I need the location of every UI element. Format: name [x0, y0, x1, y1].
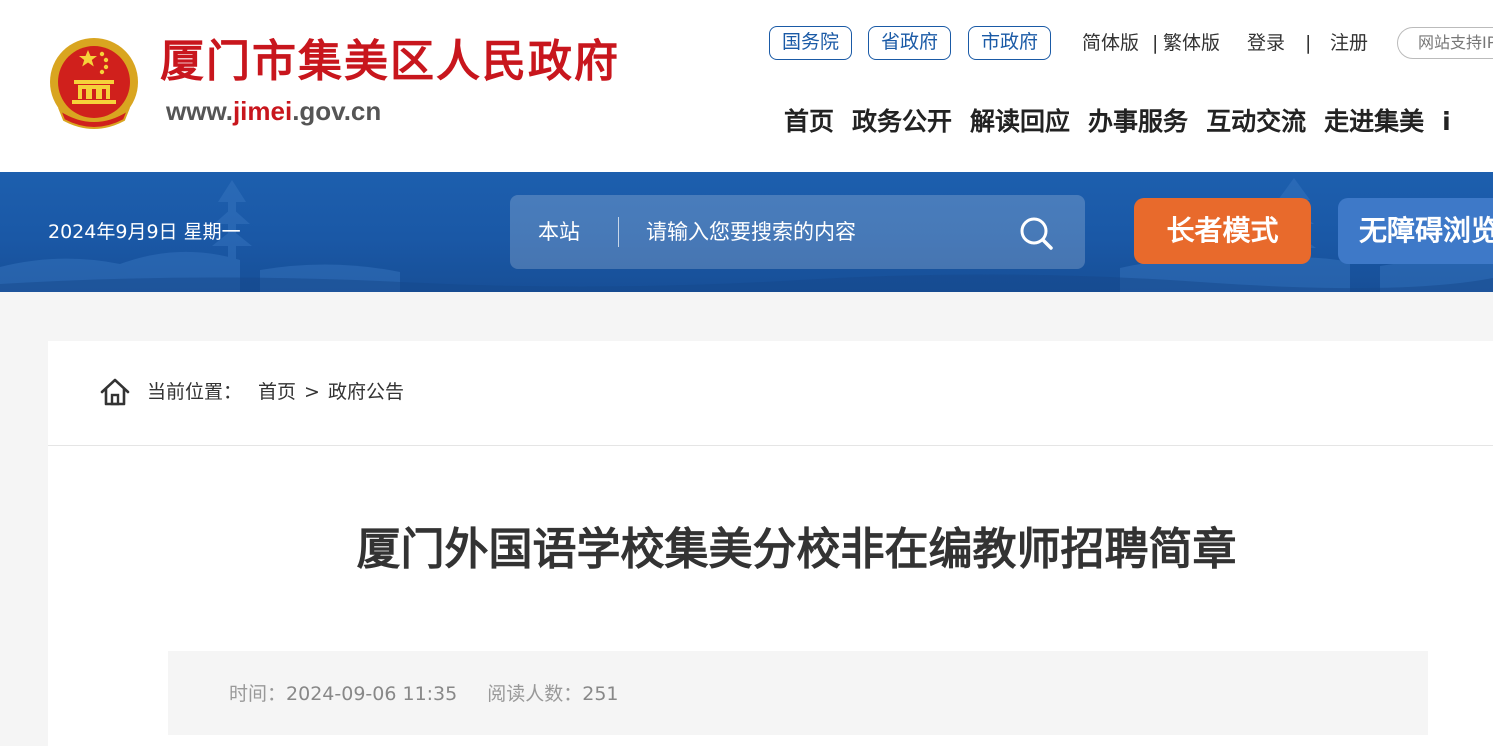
publish-time-value: 2024-09-06 11:35: [286, 683, 458, 705]
breadcrumb-divider: [48, 445, 1493, 446]
site-header: 厦门市集美区人民政府 www.jimei.gov.cn 国务院 省政府 市政府 …: [0, 0, 1493, 172]
breadcrumb-current-link[interactable]: 政府公告: [328, 379, 404, 405]
article-title: 厦门外国语学校集美分校非在编教师招聘简章: [356, 524, 1237, 575]
nav-item-gov-affairs[interactable]: 政务公开: [852, 106, 952, 138]
site-name[interactable]: 厦门市集美区人民政府: [160, 40, 620, 84]
lang-separator: |: [1152, 32, 1159, 54]
article-meta-bar: 时间：2024-09-06 11:35 阅读人数：251: [168, 651, 1428, 735]
home-icon: [100, 378, 130, 406]
search-box: 本站: [510, 195, 1085, 269]
ipv6-support-badge: 网站支持IPv6: [1397, 27, 1493, 59]
login-link[interactable]: 登录: [1247, 31, 1285, 55]
views-value: 251: [582, 683, 619, 705]
page: 厦门市集美区人民政府 www.jimei.gov.cn 国务院 省政府 市政府 …: [0, 0, 1493, 746]
site-url-suffix: .gov.cn: [292, 96, 382, 126]
site-url-highlight: jimei: [232, 96, 293, 126]
search-input[interactable]: [646, 212, 1006, 252]
city-gov-link[interactable]: 市政府: [968, 26, 1052, 60]
breadcrumb-label: 当前位置：: [147, 381, 243, 403]
views-label: 阅读人数：: [487, 683, 583, 705]
nav-item-services[interactable]: 办事服务: [1088, 106, 1188, 138]
banner: 2024年9月9日 星期一 本站 长者模式 无障碍浏览: [0, 172, 1493, 292]
article-meta: 时间：2024-09-06 11:35 阅读人数：251: [229, 681, 619, 707]
site-url: www.jimei.gov.cn: [166, 98, 381, 124]
current-date: 2024年9月9日 星期一: [48, 221, 241, 243]
traditional-chinese-link[interactable]: 繁体版: [1163, 31, 1220, 55]
search-icon[interactable]: [1018, 215, 1054, 251]
elder-mode-button[interactable]: 长者模式: [1134, 198, 1311, 264]
nav-item-interaction[interactable]: 互动交流: [1206, 106, 1306, 138]
search-scope-select[interactable]: 本站: [538, 219, 580, 245]
accessible-browse-button[interactable]: 无障碍浏览: [1338, 198, 1493, 264]
search-divider: [618, 217, 619, 247]
publish-time-label: 时间：: [229, 683, 287, 705]
national-emblem-icon: [50, 38, 138, 129]
nav-item-home[interactable]: 首页: [784, 106, 834, 138]
nav-item-more[interactable]: i: [1442, 106, 1451, 138]
breadcrumb-separator: >: [304, 381, 320, 403]
breadcrumb-home-link[interactable]: 首页: [258, 379, 296, 405]
nav-item-about-jimei[interactable]: 走进集美: [1324, 106, 1424, 138]
state-council-link[interactable]: 国务院: [769, 26, 853, 60]
content-card: 当前位置： 首页 > 政府公告 厦门外国语学校集美分校非在编教师招聘简章 时间：…: [48, 341, 1493, 746]
simplified-chinese-link[interactable]: 简体版: [1082, 31, 1139, 55]
site-url-prefix: www.: [166, 96, 233, 126]
register-link[interactable]: 注册: [1330, 31, 1368, 55]
main-nav: 首页 政务公开 解读回应 办事服务 互动交流 走进集美 i: [784, 106, 1451, 138]
nav-item-interpretation[interactable]: 解读回应: [970, 106, 1070, 138]
provincial-gov-link[interactable]: 省政府: [868, 26, 952, 60]
breadcrumb: 当前位置： 首页 > 政府公告: [100, 377, 404, 407]
auth-separator: |: [1305, 32, 1312, 54]
